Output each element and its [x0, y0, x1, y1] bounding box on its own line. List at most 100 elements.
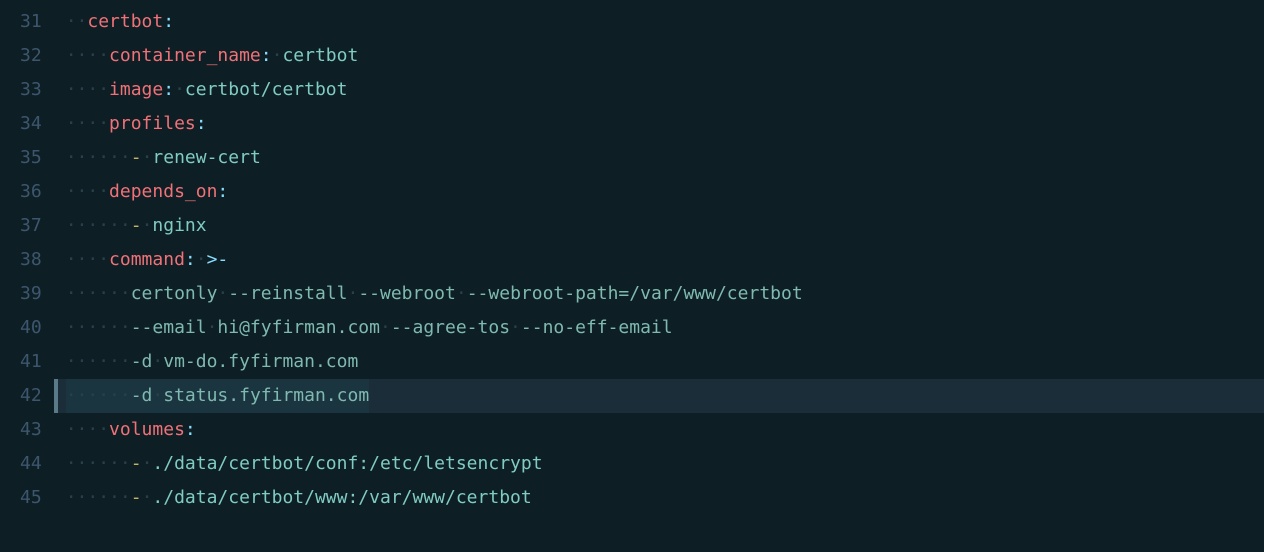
- dash: -: [131, 147, 142, 168]
- indent-dots: ······: [66, 215, 131, 236]
- space-dot: ·: [142, 487, 153, 508]
- code-line[interactable]: ······--email·hi@fyfirman.com·--agree-to…: [54, 311, 1264, 345]
- code-editor[interactable]: 31 32 33 34 35 36 37 38 39 40 41 42 43 4…: [0, 0, 1264, 552]
- code-line-active[interactable]: ······-d·status.fyfirman.com: [54, 379, 1264, 413]
- line-number-gutter: 31 32 33 34 35 36 37 38 39 40 41 42 43 4…: [0, 0, 54, 552]
- command-text: -d: [131, 385, 153, 406]
- line-number: 41: [20, 345, 42, 379]
- command-text: --webroot: [358, 283, 456, 304]
- indent-dots: ··: [66, 11, 88, 32]
- command-text: vm-do.fyfirman.com: [163, 351, 358, 372]
- line-number: 32: [20, 39, 42, 73]
- command-text: hi@fyfirman.com: [217, 317, 380, 338]
- line-number: 33: [20, 73, 42, 107]
- yaml-value: certbot: [282, 45, 358, 66]
- space-dot: ·: [217, 283, 228, 304]
- code-line[interactable]: ······-·nginx: [54, 209, 1264, 243]
- line-number: 44: [20, 447, 42, 481]
- indent-dots: ····: [66, 181, 109, 202]
- code-line[interactable]: ····container_name:·certbot: [54, 39, 1264, 73]
- yaml-value: nginx: [152, 215, 206, 236]
- indent-dots: ····: [66, 45, 109, 66]
- command-text: status.fyfirman.com: [163, 385, 369, 406]
- indent-dots: ······: [66, 453, 131, 474]
- space-dot: ·: [142, 215, 153, 236]
- line-number: 38: [20, 243, 42, 277]
- space-dot: ·: [152, 351, 163, 372]
- line-number: 37: [20, 209, 42, 243]
- indent-dots: ····: [66, 79, 109, 100]
- line-number: 35: [20, 141, 42, 175]
- space-dot: ·: [272, 45, 283, 66]
- space-dot: ·: [174, 79, 185, 100]
- line-number: 45: [20, 481, 42, 515]
- space-dot: ·: [510, 317, 521, 338]
- colon: :: [261, 45, 272, 66]
- line-number: 39: [20, 277, 42, 311]
- command-text: --email: [131, 317, 207, 338]
- command-text: -d: [131, 351, 153, 372]
- code-line[interactable]: ······-·./data/certbot/conf:/etc/letsenc…: [54, 447, 1264, 481]
- colon: :: [196, 113, 207, 134]
- line-number: 36: [20, 175, 42, 209]
- code-line[interactable]: ····volumes:: [54, 413, 1264, 447]
- yaml-key: container_name: [109, 45, 261, 66]
- line-number: 34: [20, 107, 42, 141]
- command-text: certonly: [131, 283, 218, 304]
- code-line[interactable]: ····command:·>-: [54, 243, 1264, 277]
- yaml-key: image: [109, 79, 163, 100]
- indent-dots: ····: [66, 113, 109, 134]
- space-dot: ·: [347, 283, 358, 304]
- yaml-value: ./data/certbot/conf:/etc/letsencrypt: [152, 453, 542, 474]
- code-line[interactable]: ······certonly·--reinstall·--webroot·--w…: [54, 277, 1264, 311]
- code-area[interactable]: ··certbot: ····container_name:·certbot ·…: [54, 0, 1264, 552]
- indent-dots: ······: [66, 351, 131, 372]
- colon: :: [163, 11, 174, 32]
- line-number: 42: [20, 379, 42, 413]
- colon: :: [185, 249, 196, 270]
- code-line[interactable]: ····image:·certbot/certbot: [54, 73, 1264, 107]
- code-line[interactable]: ······-·./data/certbot/www:/var/www/cert…: [54, 481, 1264, 515]
- block-scalar: >-: [207, 249, 229, 270]
- yaml-value: certbot/certbot: [185, 79, 348, 100]
- dash: -: [131, 453, 142, 474]
- indent-dots: ······: [66, 283, 131, 304]
- line-number: 40: [20, 311, 42, 345]
- yaml-key: certbot: [87, 11, 163, 32]
- yaml-key: profiles: [109, 113, 196, 134]
- command-text: --no-eff-email: [521, 317, 673, 338]
- code-line[interactable]: ··certbot:: [54, 5, 1264, 39]
- colon: :: [185, 419, 196, 440]
- code-line[interactable]: ······-d·vm-do.fyfirman.com: [54, 345, 1264, 379]
- space-dot: ·: [456, 283, 467, 304]
- indent-dots: ······: [66, 317, 131, 338]
- space-dot: ·: [380, 317, 391, 338]
- code-line[interactable]: ····profiles:: [54, 107, 1264, 141]
- dash: -: [131, 487, 142, 508]
- indent-dots: ······: [66, 487, 131, 508]
- command-text: --reinstall: [228, 283, 347, 304]
- dash: -: [131, 215, 142, 236]
- command-text: --agree-tos: [391, 317, 510, 338]
- colon: :: [163, 79, 174, 100]
- line-number: 43: [20, 413, 42, 447]
- yaml-value: renew-cert: [152, 147, 260, 168]
- command-text: --webroot-path=/var/www/certbot: [467, 283, 803, 304]
- space-dot: ·: [142, 147, 153, 168]
- yaml-key: command: [109, 249, 185, 270]
- space-dot: ·: [152, 385, 163, 406]
- line-number: 31: [20, 5, 42, 39]
- space-dot: ·: [207, 317, 218, 338]
- space-dot: ·: [142, 453, 153, 474]
- space-dot: ·: [196, 249, 207, 270]
- yaml-key: depends_on: [109, 181, 217, 202]
- code-line[interactable]: ······-·renew-cert: [54, 141, 1264, 175]
- indent-dots: ······: [66, 385, 131, 406]
- yaml-key: volumes: [109, 419, 185, 440]
- colon: :: [217, 181, 228, 202]
- indent-dots: ····: [66, 419, 109, 440]
- indent-dots: ····: [66, 249, 109, 270]
- indent-dots: ······: [66, 147, 131, 168]
- code-line[interactable]: ····depends_on:: [54, 175, 1264, 209]
- yaml-value: ./data/certbot/www:/var/www/certbot: [152, 487, 531, 508]
